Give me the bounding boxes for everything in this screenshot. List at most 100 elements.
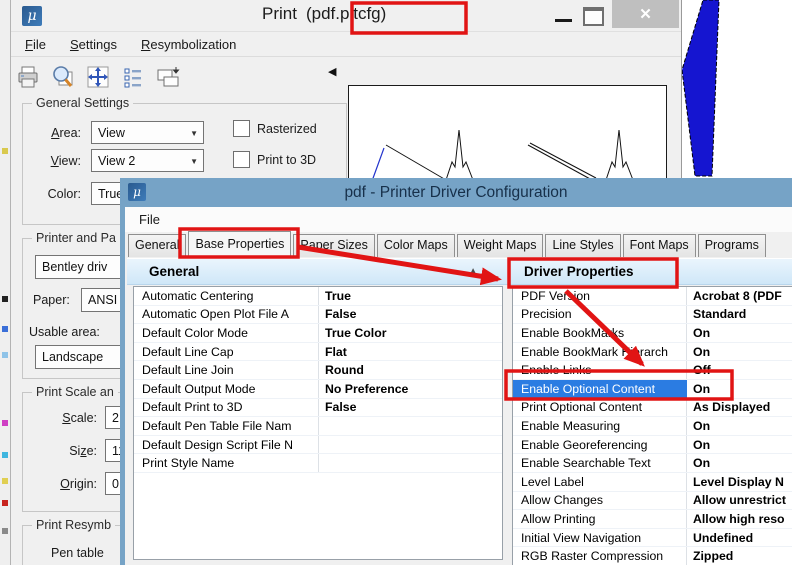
driver-properties-header[interactable]: Driver Properties bbox=[508, 258, 792, 285]
rasterized-checkbox[interactable] bbox=[233, 120, 250, 137]
property-value: On bbox=[687, 456, 792, 470]
property-row-level-label[interactable]: Level LabelLevel Display N bbox=[513, 473, 792, 492]
menu-file[interactable]: File bbox=[25, 37, 46, 52]
property-value: Allow high reso bbox=[687, 512, 792, 526]
property-row-pdf-version[interactable]: PDF VersionAcrobat 8 (PDF bbox=[513, 287, 792, 306]
config-dialog-title: pdf - Printer Driver Configuration bbox=[120, 178, 792, 207]
property-row-enable-searchable-text[interactable]: Enable Searchable TextOn bbox=[513, 454, 792, 473]
area-value: View bbox=[98, 126, 125, 140]
print-window-title: Print(pdf.pltcfg) bbox=[262, 4, 386, 24]
chevron-down-icon: ▼ bbox=[190, 129, 198, 138]
property-row-enable-bookmarks[interactable]: Enable BookMarksOn bbox=[513, 324, 792, 343]
property-label: Default Pen Table File Nam bbox=[134, 417, 319, 435]
strip-icon-fragment bbox=[2, 148, 8, 154]
print-to-3d-checkbox[interactable] bbox=[233, 151, 250, 168]
general-section-header[interactable]: General bbox=[127, 258, 508, 285]
menu-file[interactable]: File bbox=[139, 212, 160, 227]
property-row-enable-measuring[interactable]: Enable MeasuringOn bbox=[513, 417, 792, 436]
property-row-enable-georeferencing[interactable]: Enable GeoreferencingOn bbox=[513, 436, 792, 455]
paper-value: ANSI bbox=[88, 293, 117, 307]
menu-resymbolization[interactable]: Resymbolization bbox=[141, 37, 236, 52]
tab-font-maps[interactable]: Font Maps bbox=[623, 234, 696, 257]
property-value: Level Display N bbox=[687, 475, 792, 489]
tab-base-properties[interactable]: Base Properties bbox=[188, 231, 291, 257]
property-label: Print Style Name bbox=[134, 454, 319, 472]
property-row-print-style-name[interactable]: Print Style Name bbox=[134, 454, 502, 473]
property-value: False bbox=[319, 307, 502, 321]
scale-label: Scale: bbox=[23, 411, 97, 425]
view-value: View 2 bbox=[98, 154, 135, 168]
print-toolbar bbox=[14, 60, 182, 94]
tab-line-styles[interactable]: Line Styles bbox=[545, 234, 620, 257]
property-value: As Displayed bbox=[687, 400, 792, 414]
chevron-down-icon: ▼ bbox=[190, 157, 198, 166]
general-property-list: Automatic CenteringTrueAutomatic Open Pl… bbox=[133, 286, 503, 560]
close-icon[interactable]: ✕ bbox=[612, 0, 679, 28]
property-value: Round bbox=[319, 363, 502, 377]
property-value: Flat bbox=[319, 345, 502, 359]
property-row-rgb-raster-compression[interactable]: RGB Raster CompressionZipped bbox=[513, 547, 792, 565]
property-row-allow-changes[interactable]: Allow ChangesAllow unrestrict bbox=[513, 492, 792, 511]
copy-to-window-icon[interactable] bbox=[154, 63, 182, 91]
property-label: Default Print to 3D bbox=[134, 399, 319, 417]
config-titlebar[interactable]: μ pdf - Printer Driver Configuration bbox=[120, 178, 792, 207]
collapse-panel-icon[interactable]: ◀ bbox=[328, 65, 336, 78]
driver-property-list: PDF VersionAcrobat 8 (PDFPrecisionStanda… bbox=[512, 286, 792, 565]
print-icon[interactable] bbox=[14, 63, 42, 91]
menu-settings[interactable]: Settings bbox=[70, 37, 117, 52]
property-row-default-line-cap[interactable]: Default Line CapFlat bbox=[134, 343, 502, 362]
area-select[interactable]: View ▼ bbox=[91, 121, 204, 144]
print-resymb-title: Print Resymb bbox=[32, 518, 115, 532]
property-value: Standard bbox=[687, 307, 792, 321]
property-row-default-line-join[interactable]: Default Line JoinRound bbox=[134, 361, 502, 380]
origin-label: Origin: bbox=[23, 477, 97, 491]
property-label: Automatic Open Plot File A bbox=[134, 306, 319, 324]
property-row-initial-view-navigation[interactable]: Initial View NavigationUndefined bbox=[513, 529, 792, 548]
property-label: Default Line Cap bbox=[134, 343, 319, 361]
property-row-print-optional-content[interactable]: Print Optional ContentAs Displayed bbox=[513, 399, 792, 418]
printer-driver-value: Bentley driv bbox=[42, 260, 107, 274]
property-label: RGB Raster Compression bbox=[513, 547, 687, 565]
property-row-enable-bookmark-hierarch[interactable]: Enable BookMark HierarchOn bbox=[513, 343, 792, 362]
tab-programs[interactable]: Programs bbox=[698, 234, 766, 257]
view-select[interactable]: View 2 ▼ bbox=[91, 149, 204, 172]
property-label: Enable Links bbox=[513, 361, 687, 379]
attributes-icon[interactable] bbox=[119, 63, 147, 91]
property-row-default-print-to-3d[interactable]: Default Print to 3DFalse bbox=[134, 399, 502, 418]
tab-paper-sizes[interactable]: Paper Sizes bbox=[293, 234, 374, 257]
property-row-enable-links[interactable]: Enable LinksOff bbox=[513, 361, 792, 380]
property-row-automatic-centering[interactable]: Automatic CenteringTrue bbox=[134, 287, 502, 306]
property-row-enable-optional-content[interactable]: Enable Optional ContentOn bbox=[513, 380, 792, 399]
usable-area-label: Usable area: bbox=[29, 325, 100, 339]
property-row-default-design-script-file-n[interactable]: Default Design Script File N bbox=[134, 436, 502, 455]
collapse-section-icon[interactable]: ▲ bbox=[468, 266, 478, 277]
print-to-3d-label: Print to 3D bbox=[257, 153, 316, 167]
strip-icon-fragment bbox=[2, 420, 8, 426]
property-row-default-pen-table-file-nam[interactable]: Default Pen Table File Nam bbox=[134, 417, 502, 436]
property-row-automatic-open-plot-file-a[interactable]: Automatic Open Plot File AFalse bbox=[134, 306, 502, 325]
tab-general[interactable]: General bbox=[128, 234, 186, 257]
fit-view-icon[interactable] bbox=[84, 63, 112, 91]
tab-color-maps[interactable]: Color Maps bbox=[377, 234, 455, 257]
print-titlebar[interactable]: μ Print(pdf.pltcfg) ✕ bbox=[10, 0, 681, 32]
pen-table-label: Pen table bbox=[51, 546, 104, 560]
property-label: Precision bbox=[513, 306, 687, 324]
paper-label: Paper: bbox=[33, 293, 70, 307]
print-preview-icon[interactable] bbox=[49, 63, 77, 91]
config-menubar: File bbox=[125, 207, 792, 232]
orientation-value: Landscape bbox=[42, 350, 103, 364]
minimize-icon[interactable] bbox=[555, 19, 572, 22]
property-row-precision[interactable]: PrecisionStandard bbox=[513, 306, 792, 325]
property-value: Undefined bbox=[687, 531, 792, 545]
property-row-default-color-mode[interactable]: Default Color ModeTrue Color bbox=[134, 324, 502, 343]
maximize-icon[interactable] bbox=[583, 7, 604, 26]
property-row-default-output-mode[interactable]: Default Output ModeNo Preference bbox=[134, 380, 502, 399]
tab-weight-maps[interactable]: Weight Maps bbox=[457, 234, 544, 257]
microstation-app-icon: μ bbox=[22, 6, 42, 26]
strip-icon-fragment bbox=[2, 352, 8, 358]
general-properties-panel: General ▲ Automatic CenteringTrueAutomat… bbox=[127, 258, 508, 565]
property-label: Default Output Mode bbox=[134, 380, 319, 398]
property-value: Zipped bbox=[687, 549, 792, 563]
property-row-allow-printing[interactable]: Allow PrintingAllow high reso bbox=[513, 510, 792, 529]
property-value: On bbox=[687, 382, 792, 396]
